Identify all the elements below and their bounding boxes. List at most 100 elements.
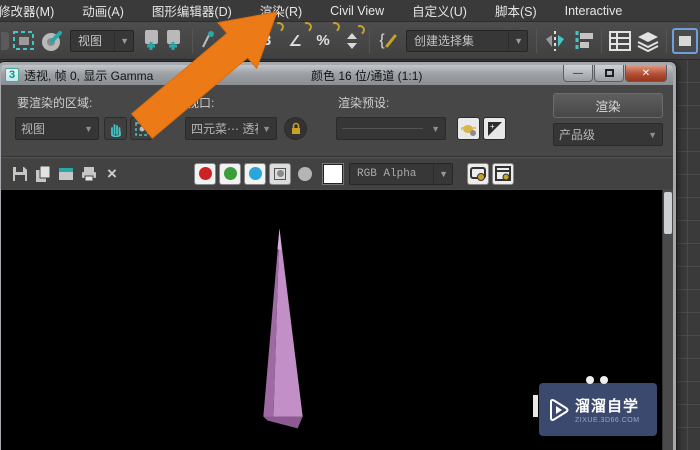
percent-snap-toggle-icon[interactable]: %	[309, 20, 342, 55]
watermark-dot-icon	[600, 376, 608, 384]
area-to-render-dropdown[interactable]: 视图 ▼	[15, 117, 99, 140]
menu-scripting[interactable]: 脚本(S)	[481, 0, 551, 21]
menu-customize[interactable]: 自定义(U)	[398, 0, 481, 21]
keyboard-shortcut-toggle-icon[interactable]	[225, 27, 253, 55]
viewport-grid-background	[674, 60, 700, 450]
menu-bar: 修改器(M) 动画(A) 图形编辑器(D) 渲染(R) Civil View 自…	[0, 0, 700, 22]
play-icon	[550, 398, 569, 421]
chevron-down-icon: ▼	[262, 123, 271, 134]
chevron-down-icon: ▼	[84, 123, 93, 134]
toolbar-separator	[666, 28, 667, 53]
render-quality-dropdown[interactable]: 产品级 ▼	[553, 123, 663, 146]
render-preset-label: 渲染预设:	[338, 96, 390, 110]
watermark-dot-icon	[586, 376, 594, 384]
render-window-title-left: 透视, 帧 0, 显示 Gamma	[24, 68, 154, 83]
vertical-scrollbar[interactable]	[662, 190, 673, 450]
environment-exposure-icon[interactable]: +	[483, 117, 506, 140]
watermark-fragment	[533, 395, 538, 417]
named-selection-set-dropdown[interactable]: 创建选择集 ▼	[406, 29, 528, 52]
main-toolbar: 视图 ▼ 3 ∠ % { 创建选择集 ▼	[0, 20, 700, 60]
snaps-toggle-3d-icon[interactable]: 3	[253, 20, 286, 55]
channel-display-value: RGB Alpha	[357, 167, 417, 180]
angle-snap-toggle-icon[interactable]: ∠	[281, 20, 314, 55]
toolbar-separator	[536, 28, 537, 53]
select-and-manipulate-icon[interactable]	[197, 27, 225, 55]
scene-explorer-icon[interactable]	[606, 27, 634, 55]
toolbar-separator	[369, 28, 370, 53]
layer-manager-icon[interactable]	[634, 27, 662, 55]
red-channel-button[interactable]	[194, 162, 216, 185]
viewport-lock-icon[interactable]	[284, 117, 307, 140]
toggle-ui-icon[interactable]	[492, 162, 514, 185]
toolbar-separator	[601, 28, 602, 53]
clone-render-frame-icon[interactable]	[55, 163, 77, 185]
menu-interactive[interactable]: Interactive	[551, 1, 637, 21]
minimize-button[interactable]: —	[563, 65, 593, 82]
watermark-title: 溜溜自学	[575, 398, 640, 415]
chevron-down-icon: ▼	[508, 30, 523, 51]
green-channel-button[interactable]	[219, 162, 241, 185]
render-window-titlebar[interactable]: 3 透视, 帧 0, 显示 Gamma 颜色 16 位/通道 (1:1) — ✕	[1, 65, 673, 85]
edit-named-selection-sets-icon[interactable]: {	[374, 27, 402, 55]
red-channel-icon	[198, 167, 212, 180]
menu-civil-view[interactable]: Civil View	[316, 1, 398, 21]
rectangular-selection-region-icon[interactable]	[10, 27, 38, 55]
chevron-down-icon: ▼	[433, 163, 448, 184]
render-quality-value: 产品级	[559, 128, 596, 142]
clear-image-icon[interactable]: ×	[101, 163, 123, 185]
window-crossing-dropdown[interactable]: 视图 ▼	[70, 29, 134, 52]
toolbar-separator	[192, 28, 193, 53]
toggle-ui-overlays-icon[interactable]	[467, 162, 489, 185]
render-button[interactable]: 渲染	[553, 93, 663, 118]
empty-preset-lines	[342, 128, 424, 129]
green-channel-icon	[223, 167, 237, 180]
render-setup-icon[interactable]	[457, 117, 480, 140]
blue-channel-icon	[248, 167, 262, 180]
menu-modifiers[interactable]: 修改器(M)	[0, 0, 68, 21]
use-selection-center-icon[interactable]	[160, 27, 188, 55]
edit-region-icon[interactable]	[130, 117, 153, 140]
auto-region-hand-icon[interactable]	[104, 117, 127, 140]
alpha-channel-button[interactable]	[294, 163, 316, 185]
print-image-icon[interactable]	[78, 163, 100, 185]
render-preset-dropdown[interactable]: ▼	[336, 117, 446, 140]
spinner-snap-toggle-icon[interactable]	[337, 23, 367, 55]
watermark-subtitle: ZIXUE.3D66.COM	[575, 417, 640, 424]
chevron-down-icon: ▼	[648, 129, 657, 140]
menu-rendering[interactable]: 渲染(R)	[246, 0, 316, 21]
maximize-button[interactable]	[594, 65, 624, 82]
copy-image-icon[interactable]	[32, 163, 54, 185]
close-button[interactable]: ✕	[625, 65, 667, 82]
render-window-title-right: 颜色 16 位/通道 (1:1)	[311, 68, 423, 83]
scrollbar-thumb[interactable]	[664, 192, 672, 234]
chevron-down-icon: ▼	[431, 123, 440, 134]
maximize-icon	[604, 69, 614, 77]
blue-channel-button[interactable]	[244, 162, 266, 185]
render-frame-toolbar: × RGB Alpha ▼	[1, 157, 673, 189]
monochrome-channel-button[interactable]	[269, 162, 291, 185]
render-controls-panel: 要渲染的区域: 视图 ▼ 视口: 四元菜⋯ 透视 ▼ 渲染预设: ▼ +	[1, 85, 673, 157]
rendered-image-canvas: 溜溜自学 ZIXUE.3D66.COM	[1, 190, 673, 450]
save-image-icon[interactable]	[9, 163, 31, 185]
chevron-down-icon: ▼	[114, 30, 129, 51]
watermark-badge: 溜溜自学 ZIXUE.3D66.COM	[533, 376, 657, 436]
menu-graph-editors[interactable]: 图形编辑器(D)	[138, 0, 246, 21]
max-app-icon: 3	[5, 68, 19, 82]
mirror-icon[interactable]	[541, 27, 569, 55]
viewport-dropdown[interactable]: 四元菜⋯ 透视 ▼	[185, 117, 277, 140]
area-to-render-value: 视图	[21, 122, 46, 136]
ribbon-toggle-icon[interactable]	[671, 27, 699, 55]
viewport-value: 四元菜⋯ 透视	[191, 122, 258, 136]
partial-edge-icon	[0, 27, 10, 55]
rendered-frame-window: 3 透视, 帧 0, 显示 Gamma 颜色 16 位/通道 (1:1) — ✕…	[0, 62, 676, 450]
background-color-swatch[interactable]	[322, 162, 344, 185]
channel-display-dropdown[interactable]: RGB Alpha ▼	[349, 162, 453, 185]
area-to-render-label: 要渲染的区域:	[17, 96, 93, 110]
paint-selection-region-icon[interactable]	[38, 27, 66, 55]
viewport-label: 视口:	[187, 96, 215, 110]
named-selection-set-value: 创建选择集	[414, 34, 475, 48]
window-crossing-value: 视图	[78, 34, 103, 48]
align-icon[interactable]	[569, 27, 597, 55]
menu-animation[interactable]: 动画(A)	[68, 0, 138, 21]
window-controls: — ✕	[562, 65, 667, 82]
